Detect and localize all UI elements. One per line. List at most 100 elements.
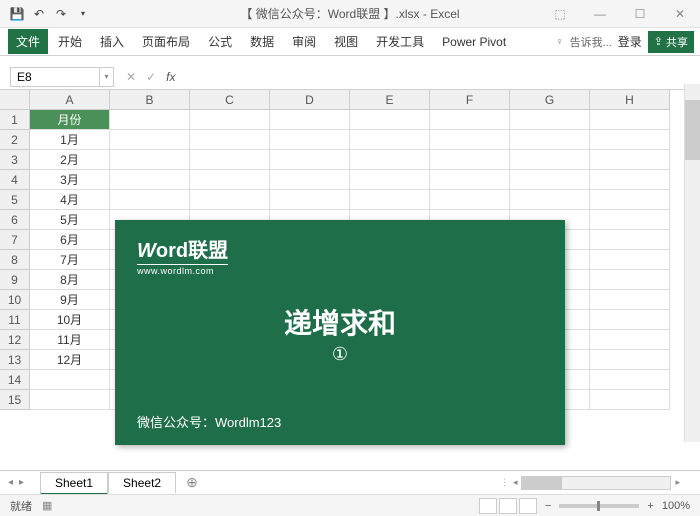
scrollbar-thumb[interactable] [522, 477, 562, 489]
cell[interactable] [110, 170, 190, 190]
cell[interactable] [430, 110, 510, 130]
cell[interactable] [590, 270, 670, 290]
cell[interactable] [110, 150, 190, 170]
tab-home[interactable]: 开始 [50, 29, 90, 54]
cell[interactable] [590, 190, 670, 210]
enter-icon[interactable]: ✓ [146, 70, 156, 84]
row-header[interactable]: 12 [0, 330, 30, 350]
cell[interactable] [590, 290, 670, 310]
tab-formulas[interactable]: 公式 [200, 29, 240, 54]
login-link[interactable]: 登录 [618, 33, 642, 50]
column-header[interactable]: E [350, 90, 430, 110]
column-header[interactable]: H [590, 90, 670, 110]
scroll-left-icon[interactable]: ◂ [513, 477, 518, 488]
cell[interactable] [190, 150, 270, 170]
cell[interactable] [270, 150, 350, 170]
cell[interactable]: 月份 [30, 110, 110, 130]
tab-insert[interactable]: 插入 [92, 29, 132, 54]
row-header[interactable]: 14 [0, 370, 30, 390]
cell[interactable] [270, 110, 350, 130]
column-header[interactable]: G [510, 90, 590, 110]
sheet-tab-1[interactable]: Sheet1 [40, 472, 108, 495]
share-button[interactable]: ⇪共享 [648, 31, 694, 53]
cell[interactable] [350, 130, 430, 150]
macro-icon[interactable]: ▦ [42, 499, 52, 512]
cell[interactable] [110, 190, 190, 210]
cell[interactable] [510, 150, 590, 170]
cell[interactable] [350, 190, 430, 210]
cell[interactable] [30, 370, 110, 390]
cell[interactable] [350, 170, 430, 190]
tab-powerpivot[interactable]: Power Pivot [434, 31, 514, 53]
cell[interactable] [190, 130, 270, 150]
tab-layout[interactable]: 页面布局 [134, 29, 198, 54]
cell[interactable]: 4月 [30, 190, 110, 210]
row-header[interactable]: 3 [0, 150, 30, 170]
cell[interactable] [350, 150, 430, 170]
tab-review[interactable]: 审阅 [284, 29, 324, 54]
sheet-tab-2[interactable]: Sheet2 [108, 472, 176, 493]
cell[interactable] [190, 190, 270, 210]
cell[interactable] [590, 230, 670, 250]
cell[interactable] [590, 310, 670, 330]
zoom-level[interactable]: 100% [662, 500, 690, 512]
cell[interactable]: 9月 [30, 290, 110, 310]
cell[interactable] [510, 170, 590, 190]
ribbon-options-icon[interactable]: ⬚ [540, 0, 580, 27]
tab-file[interactable]: 文件 [8, 29, 48, 54]
cell[interactable] [110, 130, 190, 150]
cell[interactable] [590, 150, 670, 170]
row-header[interactable]: 2 [0, 130, 30, 150]
zoom-in-icon[interactable]: + [647, 500, 653, 512]
cell[interactable] [270, 190, 350, 210]
column-header[interactable]: F [430, 90, 510, 110]
save-icon[interactable]: 💾 [10, 7, 24, 21]
cell[interactable] [190, 170, 270, 190]
row-header[interactable]: 11 [0, 310, 30, 330]
column-header[interactable]: B [110, 90, 190, 110]
row-header[interactable]: 4 [0, 170, 30, 190]
cell[interactable] [590, 370, 670, 390]
undo-icon[interactable]: ↶ [32, 7, 46, 21]
cell[interactable] [590, 110, 670, 130]
horizontal-scrollbar[interactable] [521, 476, 671, 490]
cell[interactable]: 12月 [30, 350, 110, 370]
column-header[interactable]: D [270, 90, 350, 110]
row-header[interactable]: 15 [0, 390, 30, 410]
split-handle-icon[interactable]: ⋮ [500, 477, 509, 488]
cell[interactable] [590, 390, 670, 410]
row-header[interactable]: 8 [0, 250, 30, 270]
row-header[interactable]: 6 [0, 210, 30, 230]
cell[interactable] [430, 170, 510, 190]
maximize-icon[interactable]: ☐ [620, 0, 660, 27]
prev-sheet-icon[interactable]: ◂ [8, 477, 13, 488]
scrollbar-thumb[interactable] [685, 100, 700, 160]
cell[interactable] [430, 190, 510, 210]
zoom-out-icon[interactable]: − [545, 500, 551, 512]
tab-data[interactable]: 数据 [242, 29, 282, 54]
cell[interactable] [510, 190, 590, 210]
cell[interactable] [30, 390, 110, 410]
tab-view[interactable]: 视图 [326, 29, 366, 54]
column-header[interactable]: C [190, 90, 270, 110]
cell[interactable] [590, 330, 670, 350]
cell[interactable]: 3月 [30, 170, 110, 190]
cell[interactable] [590, 210, 670, 230]
column-header[interactable]: A [30, 90, 110, 110]
sheet-nav[interactable]: ◂▸ [8, 477, 24, 488]
name-box[interactable]: E8 [10, 67, 100, 87]
row-header[interactable]: 1 [0, 110, 30, 130]
row-header[interactable]: 10 [0, 290, 30, 310]
cell[interactable] [510, 110, 590, 130]
spreadsheet-grid[interactable]: ABCDEFGH 1月份21月32月43月54月65月76月87月98月109月… [0, 90, 700, 470]
tell-me[interactable]: 告诉我... [570, 34, 612, 50]
add-sheet-icon[interactable]: ⊕ [186, 474, 198, 491]
cell[interactable] [110, 110, 190, 130]
next-sheet-icon[interactable]: ▸ [19, 477, 24, 488]
cell[interactable] [190, 110, 270, 130]
cell[interactable]: 11月 [30, 330, 110, 350]
select-all-corner[interactable] [0, 90, 30, 110]
cell[interactable]: 2月 [30, 150, 110, 170]
close-icon[interactable]: ✕ [660, 0, 700, 27]
redo-icon[interactable]: ↷ [54, 7, 68, 21]
